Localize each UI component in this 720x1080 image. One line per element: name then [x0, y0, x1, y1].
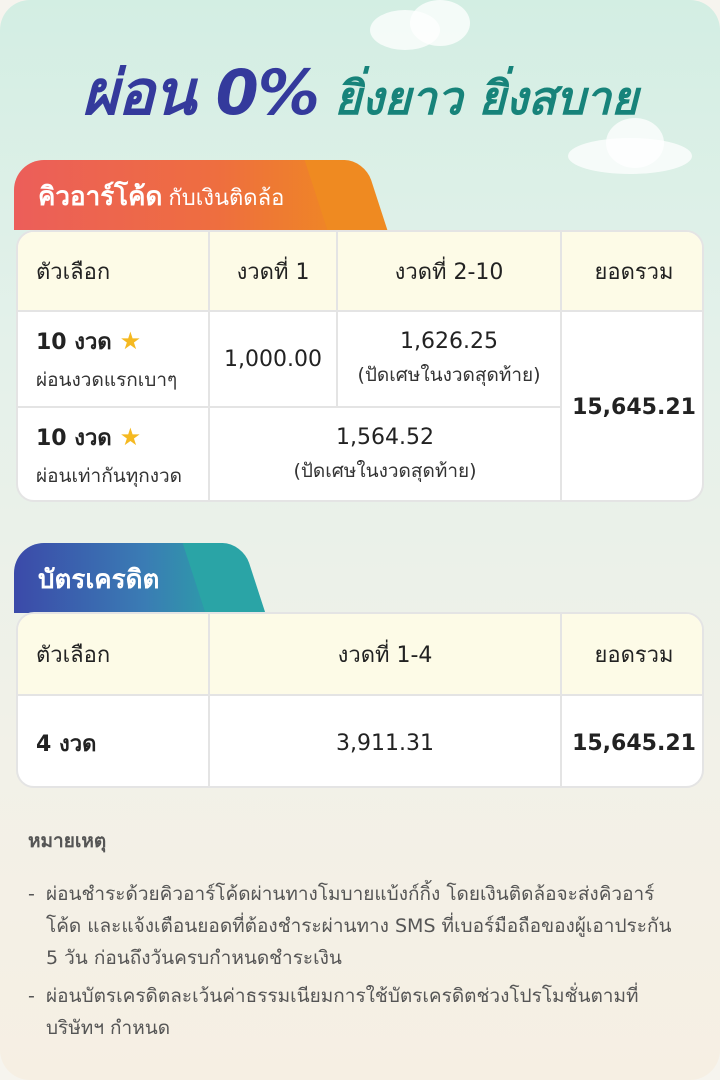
headline: ผ่อน 0% ยิ่งยาว ยิ่งสบาย [0, 44, 720, 144]
star-icon: ★ [119, 327, 142, 355]
table-row-option-2: 10 งวด ★ ผ่อนเท่ากันทุกงวด [18, 408, 208, 500]
qr-tab-title: คิวอาร์โค้ด [38, 182, 163, 212]
divider [208, 232, 210, 500]
divider [560, 614, 562, 786]
rounding-note: (ปัดเศษในงวดสุดท้าย) [357, 363, 541, 386]
headline-main: ผ่อน 0% [82, 56, 320, 129]
header-option: ตัวเลือก [18, 232, 208, 310]
installment-value: 3,911.31 [336, 730, 434, 756]
qr-tab-subtitle: กับเงินติดล้อ [168, 186, 285, 211]
divider [336, 232, 338, 408]
notes-title: หมายเหตุ [28, 830, 107, 852]
option-note: ผ่อนเท่ากันทุกงวด [36, 464, 183, 487]
cc-tab-title: บัตรเครดิต [38, 565, 160, 595]
divider [18, 694, 702, 696]
divider [18, 310, 702, 312]
qr-installment-table: ตัวเลือก งวดที่ 1 งวดที่ 2-10 ยอดรวม 10 … [16, 230, 704, 502]
notes-section: หมายเหตุ ผ่อนชำระด้วยคิวอาร์โค้ดผ่านทางโ… [28, 826, 688, 1050]
total-value: 15,645.21 [572, 394, 696, 420]
header-first-installment: งวดที่ 1 [210, 232, 336, 310]
credit-card-installment-table: ตัวเลือก งวดที่ 1-4 ยอดรวม 4 งวด 3,911.3… [16, 612, 704, 788]
divider [18, 406, 560, 408]
credit-card-section-tab: บัตรเครดิต [14, 543, 232, 613]
header-installments: งวดที่ 1-4 [210, 614, 560, 694]
first-installment-value: 1,000.00 [224, 346, 322, 372]
option-label: 10 งวด [36, 329, 112, 355]
headline-sub: ยิ่งยาว ยิ่งสบาย [334, 71, 638, 125]
option-label: 10 งวด [36, 425, 112, 451]
total-value: 15,645.21 [572, 730, 696, 756]
divider [560, 232, 562, 500]
option-note: ผ่อนงวดแรกเบาๆ [36, 368, 178, 391]
header-total: ยอดรวม [562, 232, 702, 310]
header-option: ตัวเลือก [18, 614, 208, 694]
header-total: ยอดรวม [562, 614, 702, 694]
table-row-option: 4 งวด [36, 731, 97, 757]
table-row-option-1: 10 งวด ★ ผ่อนงวดแรกเบาๆ [18, 312, 208, 406]
divider [208, 614, 210, 786]
promo-card: ผ่อน 0% ยิ่งยาว ยิ่งสบาย คิวอาร์โค้ด กับเ… [0, 0, 720, 1080]
rounding-note: (ปัดเศษในงวดสุดท้าย) [293, 459, 477, 482]
later-installment-value: 1,626.25 (ปัดเศษในงวดสุดท้าย) [338, 312, 560, 406]
qr-section-tab: คิวอาร์โค้ด กับเงินติดล้อ [14, 160, 354, 230]
header-later-installments: งวดที่ 2-10 [338, 232, 560, 310]
note-item-1: ผ่อนชำระด้วยคิวอาร์โค้ดผ่านทางโมบายแบ้งก… [28, 878, 688, 974]
note-item-2: ผ่อนบัตรเครดิตละเว้นค่าธรรมเนียมการใช้บั… [28, 980, 688, 1044]
equal-installment-value: 1,564.52 (ปัดเศษในงวดสุดท้าย) [210, 408, 560, 500]
star-icon: ★ [119, 423, 142, 451]
